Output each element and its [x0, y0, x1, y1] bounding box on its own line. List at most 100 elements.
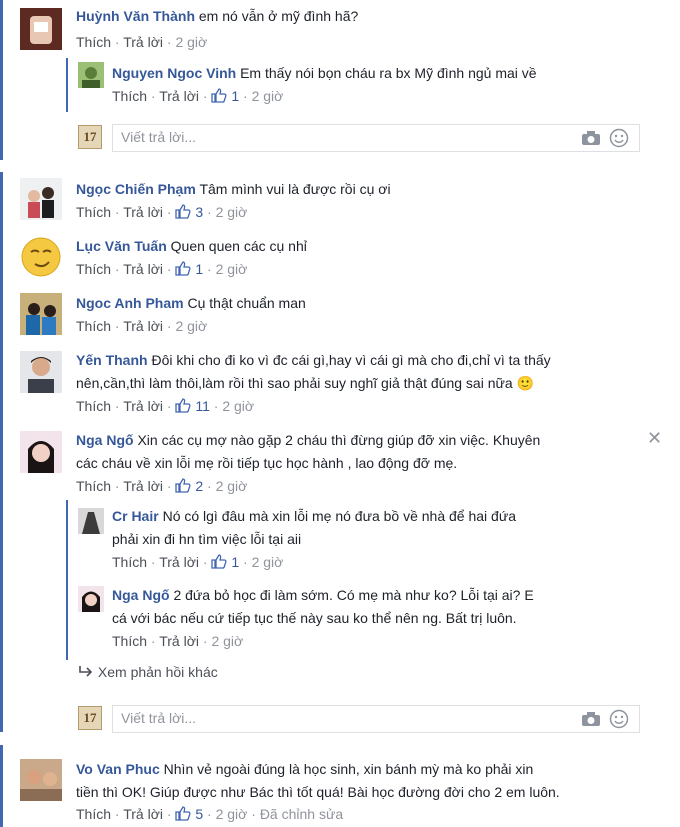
separator: · [207, 806, 212, 822]
author-name[interactable]: Nguyen Ngoc Vinh [112, 65, 236, 81]
author-name[interactable]: Huỳnh Văn Thành [76, 8, 195, 24]
reply-link[interactable]: Trả lời [159, 554, 199, 570]
smiley-icon[interactable] [609, 128, 629, 151]
comment-body: Ngọc Chiến Phạm Tâm mình vui là được rồi… [76, 178, 391, 201]
timestamp[interactable]: 2 giờ [211, 633, 243, 649]
comment-actions: Thích · Trả lời · 1 · 2 giờ [112, 554, 283, 572]
like-count[interactable]: 11 [195, 398, 210, 414]
comment-text-cont: tiền thì OK! Giúp được như Bác thì tốt q… [76, 784, 560, 800]
like-count[interactable]: 1 [231, 554, 239, 570]
avatar[interactable] [20, 236, 62, 278]
avatar[interactable] [20, 8, 62, 50]
comment-actions: Thích · Trả lời · 2 · 2 giờ [76, 478, 247, 496]
like-count[interactable]: 3 [195, 204, 203, 220]
page-avatar: 17 [78, 706, 102, 730]
reply-link[interactable]: Trả lời [123, 398, 163, 414]
separator: · [243, 554, 248, 570]
timestamp[interactable]: 2 giờ [216, 478, 248, 494]
author-name[interactable]: Yến Thanh [76, 352, 148, 368]
like-count[interactable]: 2 [195, 478, 203, 494]
author-name[interactable]: Cr Hair [112, 508, 159, 524]
reply-link[interactable]: Trả lời [123, 34, 163, 50]
smiley-icon[interactable] [609, 709, 629, 732]
like-link[interactable]: Thích [112, 633, 147, 649]
author-name[interactable]: Nga Ngố [76, 432, 134, 448]
separator: · [213, 398, 219, 414]
like-count[interactable]: 1 [195, 261, 203, 277]
comment-actions: Thích · Trả lời · 11 · 2 giờ [76, 398, 254, 416]
avatar[interactable] [20, 431, 62, 473]
thumbs-up-icon[interactable] [175, 204, 191, 222]
reply-input[interactable]: Viết trả lời... [112, 705, 640, 733]
like-link[interactable]: Thích [76, 34, 111, 50]
thumbs-up-icon[interactable] [175, 398, 191, 416]
comment-text: Nhìn vẻ ngoài đúng là học sinh, xin bánh… [163, 761, 534, 777]
comment-text: Đôi khi cho đi ko vì đc cái gì,hay vì cá… [151, 352, 551, 368]
like-link[interactable]: Thích [112, 88, 147, 104]
reply-link[interactable]: Trả lời [123, 318, 163, 334]
reply-link[interactable]: Trả lời [123, 204, 163, 220]
comment-body: Nga Ngố Xin các cụ mợ nào gặp 2 cháu thì… [76, 429, 646, 475]
separator: · [114, 204, 120, 220]
comment-body: Lục Văn Tuấn Quen quen các cụ nhỉ [76, 235, 307, 258]
separator: · [166, 398, 172, 414]
avatar[interactable] [20, 178, 62, 220]
separator: · [114, 34, 120, 50]
timestamp[interactable]: 2 giờ [252, 88, 284, 104]
author-name[interactable]: Vo Van Phuc [76, 761, 160, 777]
like-link[interactable]: Thích [76, 261, 111, 277]
reply-link[interactable]: Trả lời [123, 478, 163, 494]
timestamp[interactable]: 2 giờ [175, 318, 207, 334]
comment-text: 2 đứa bỏ học đi làm sớm. Có mẹ mà như ko… [173, 587, 534, 603]
avatar[interactable] [20, 351, 62, 393]
thumbs-up-icon[interactable] [211, 554, 227, 572]
separator: · [150, 554, 156, 570]
reply-link[interactable]: Trả lời [159, 88, 199, 104]
avatar[interactable] [20, 293, 62, 335]
reply-input[interactable]: Viết trả lời... [112, 124, 640, 152]
more-replies-link[interactable]: Xem phản hồi khác [78, 664, 218, 680]
like-count[interactable]: 5 [195, 806, 203, 822]
separator: · [202, 554, 208, 570]
timestamp[interactable]: 2 giờ [216, 261, 248, 277]
timestamp[interactable]: 2 giờ [216, 806, 248, 822]
separator: · [114, 398, 120, 414]
thumbs-up-icon[interactable] [211, 88, 227, 106]
reply-link[interactable]: Trả lời [159, 633, 199, 649]
comment-text-cont: phải xin đi hn tìm việc lỗi tại aii [112, 531, 302, 547]
like-link[interactable]: Thích [76, 478, 111, 494]
avatar[interactable] [78, 62, 104, 88]
author-name[interactable]: Ngọc Chiến Phạm [76, 181, 196, 197]
thumbs-up-icon[interactable] [175, 478, 191, 496]
reply-link[interactable]: Trả lời [123, 806, 163, 822]
author-name[interactable]: Lục Văn Tuấn [76, 238, 167, 254]
camera-icon[interactable] [581, 711, 601, 730]
avatar[interactable] [78, 508, 104, 534]
timestamp[interactable]: 2 giờ [252, 554, 284, 570]
close-icon[interactable]: ✕ [647, 428, 662, 449]
like-link[interactable]: Thích [76, 204, 111, 220]
thumbs-up-icon[interactable] [175, 806, 191, 824]
avatar[interactable] [78, 586, 104, 612]
reply-marker-bar [66, 500, 68, 660]
like-link[interactable]: Thích [76, 398, 111, 414]
avatar[interactable] [20, 759, 62, 801]
comment-body: Cr Hair Nó có lgì đâu mà xin lỗi mẹ nó đ… [112, 505, 652, 551]
thumbs-up-icon[interactable] [175, 261, 191, 279]
like-link[interactable]: Thích [76, 806, 111, 822]
thread-marker-bar [0, 172, 3, 732]
like-link[interactable]: Thích [112, 554, 147, 570]
timestamp[interactable]: 2 giờ [222, 398, 254, 414]
reply-link[interactable]: Trả lời [123, 261, 163, 277]
timestamp[interactable]: 2 giờ [175, 34, 207, 50]
camera-icon[interactable] [581, 130, 601, 149]
timestamp[interactable]: 2 giờ [216, 204, 248, 220]
author-name[interactable]: Nga Ngố [112, 587, 170, 603]
separator: · [207, 261, 212, 277]
reply-arrow-icon [78, 664, 94, 680]
like-link[interactable]: Thích [76, 318, 111, 334]
author-name[interactable]: Ngoc Anh Pham [76, 295, 184, 311]
edited-label[interactable]: Đã chỉnh sửa [260, 806, 343, 822]
separator: · [114, 478, 120, 494]
like-count[interactable]: 1 [231, 88, 239, 104]
